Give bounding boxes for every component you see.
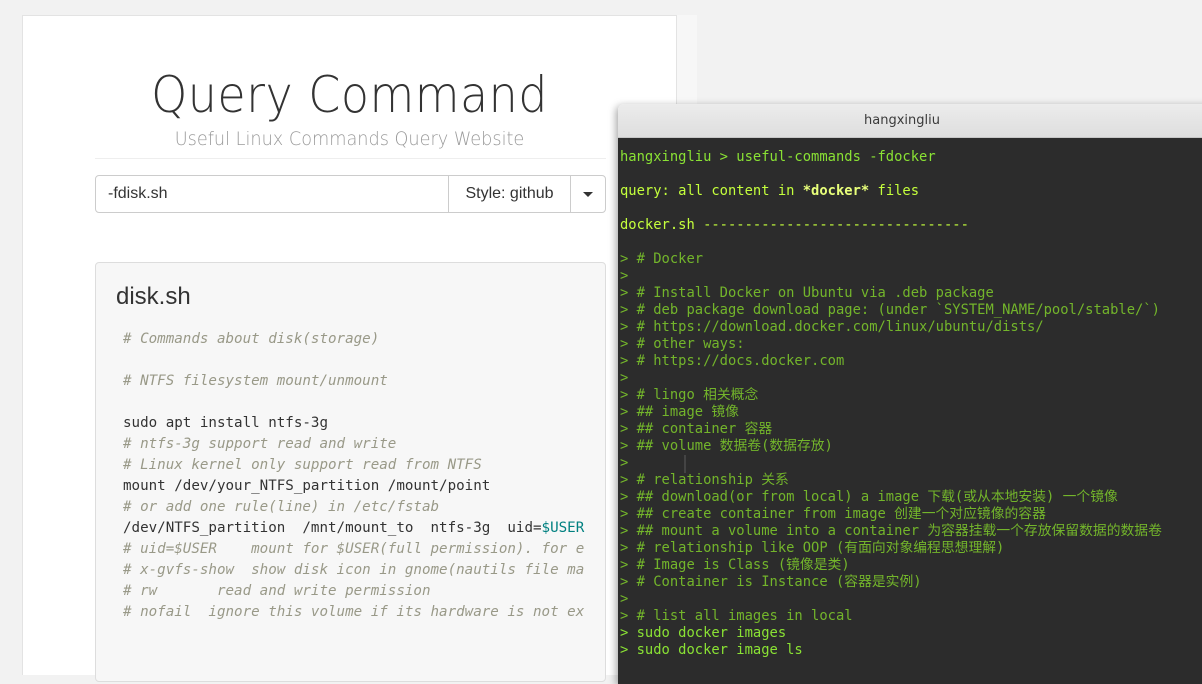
result-title: disk.sh bbox=[116, 283, 191, 310]
code-line: # Commands about disk(storage) bbox=[123, 331, 380, 347]
terminal-line: docker.sh ------------------------------… bbox=[620, 217, 969, 233]
terminal-line: > # Docker bbox=[620, 251, 704, 267]
caret-down-icon bbox=[583, 191, 593, 197]
code-block: # Commands about disk(storage) # NTFS fil… bbox=[123, 329, 585, 623]
code-line: # nofail ignore this volume if its hardw… bbox=[123, 604, 585, 620]
search-input[interactable] bbox=[96, 176, 448, 212]
terminal-line: > ## volume 数据卷(数据存放) bbox=[620, 438, 833, 454]
terminal-line: > # https://download.docker.com/linux/ub… bbox=[620, 319, 1044, 335]
code-line: # rw read and write permission bbox=[123, 583, 431, 599]
terminal-line: > # https://docs.docker.com bbox=[620, 353, 845, 369]
code-line: # uid=$USER mount for $USER(full permiss… bbox=[123, 541, 585, 557]
terminal-line: query: all content in *docker* files bbox=[620, 183, 920, 199]
terminal-line: > ## image 镜像 bbox=[620, 404, 739, 420]
code-line: sudo apt install ntfs-3g bbox=[123, 415, 328, 431]
site-subtitle: Useful Linux Commands Query Website bbox=[174, 128, 525, 150]
terminal-line: > ## create container from image 创建一个对应镜… bbox=[620, 506, 1046, 522]
terminal-line: > # list all images in local bbox=[620, 608, 853, 624]
terminal-line: > # Container is Instance (容器是实例) bbox=[620, 574, 922, 590]
terminal-output[interactable]: hangxingliu > useful-commands -fdocker qu… bbox=[618, 138, 1202, 684]
style-dropdown-toggle[interactable] bbox=[570, 176, 605, 212]
terminal-line: > ## download(or from local) a image 下载(… bbox=[620, 489, 1118, 505]
header-divider bbox=[95, 158, 606, 159]
terminal-line: > ## mount a volume into a container 为容器… bbox=[620, 523, 1162, 539]
terminal-line: > # Image is Class (镜像是类) bbox=[620, 557, 850, 573]
terminal-line: > # other ways: bbox=[620, 336, 745, 352]
terminal-line: > sudo docker image ls bbox=[620, 642, 803, 658]
terminal-line: > # relationship like OOP (有面向对象编程思想理解) bbox=[620, 540, 1005, 556]
code-line: # x-gvfs-show show disk icon in gnome(na… bbox=[123, 562, 585, 578]
terminal-line: > bbox=[620, 268, 629, 284]
code-line: # ntfs-3g support read and write bbox=[123, 436, 397, 452]
terminal-line: > bbox=[620, 370, 629, 386]
terminal-line: > bbox=[620, 591, 629, 607]
terminal-window[interactable]: hangxingliu hangxingliu > useful-command… bbox=[618, 104, 1202, 684]
style-select-button[interactable]: Style: github bbox=[448, 176, 570, 212]
code-line: # Linux kernel only support read from NT… bbox=[123, 457, 482, 473]
code-line: # or add one rule(line) in /etc/fstab bbox=[123, 499, 440, 515]
code-line: # NTFS filesystem mount/unmount bbox=[123, 373, 388, 389]
terminal-line: > # lingo 相关概念 bbox=[620, 387, 759, 403]
terminal-line: > # Install Docker on Ubuntu via .deb pa… bbox=[620, 285, 994, 301]
terminal-line: > bbox=[620, 455, 629, 471]
terminal-line: > ## container 容器 bbox=[620, 421, 773, 437]
result-card: disk.sh # Commands about disk(storage) # … bbox=[95, 262, 606, 682]
terminal-line: > # relationship 关系 bbox=[620, 472, 789, 488]
code-line: mount /dev/your_NTFS_partition /mount/po… bbox=[123, 478, 491, 494]
query-command-page: Query Command Useful Linux Commands Quer… bbox=[22, 15, 677, 682]
mouse-cursor-icon bbox=[684, 455, 686, 473]
site-title: Query Command bbox=[151, 66, 548, 124]
terminal-title: hangxingliu bbox=[864, 113, 940, 128]
terminal-titlebar[interactable]: hangxingliu bbox=[618, 104, 1202, 138]
code-line: /dev/NTFS_partition /mnt/mount_to ntfs-3… bbox=[123, 520, 585, 536]
search-group: Style: github bbox=[95, 175, 606, 213]
terminal-line: hangxingliu > useful-commands -fdocker bbox=[620, 149, 936, 165]
terminal-line: > sudo docker images bbox=[620, 625, 787, 641]
terminal-line: > # deb package download page: (under `S… bbox=[620, 302, 1160, 318]
